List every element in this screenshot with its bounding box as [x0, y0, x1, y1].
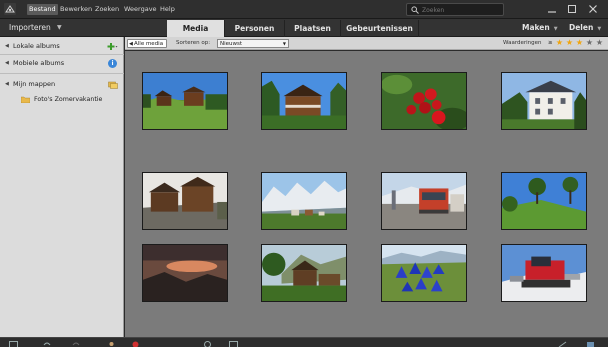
local-albums-header[interactable]: ◀ Lokale albums	[0, 39, 124, 53]
tab-places[interactable]: Plaatsen	[285, 20, 341, 37]
rating-star-icon[interactable]: ★	[585, 38, 594, 48]
all-media-label: Alle media	[134, 41, 164, 47]
organize-icon[interactable]	[586, 341, 595, 347]
thumbnail-sunset-mountains[interactable]	[142, 244, 228, 302]
chevron-down-icon[interactable]: ▼	[57, 22, 62, 34]
divider	[0, 73, 124, 74]
thumbnail-wooden-chalet[interactable]	[261, 72, 347, 130]
thumbnail-alpine-chalets[interactable]	[142, 72, 228, 130]
tab-persons[interactable]: Personen	[225, 20, 285, 37]
menu-bar: Bestand Bewerken Zoeken Weergave Help	[0, 0, 608, 19]
tab-events[interactable]: Gebeurtenissen	[341, 20, 419, 37]
expand-arrow-icon[interactable]: ◀	[5, 39, 9, 53]
sort-label: Sorteren op:	[176, 40, 211, 46]
panel-toggle-icon[interactable]	[9, 341, 18, 347]
expand-arrow-icon[interactable]: ◀	[5, 77, 9, 91]
rating-star-icon[interactable]: ★	[595, 38, 604, 48]
ratings-label: Waarderingen	[503, 40, 542, 46]
main-toolbar: Importeren ▼ Media Personen Plaatsen Geb…	[0, 19, 608, 37]
thumbnail-trees-hill[interactable]	[501, 172, 587, 230]
delete-icon[interactable]	[131, 341, 140, 347]
thumbnail-snowy-village[interactable]	[261, 172, 347, 230]
thumbnail-snow-groomer[interactable]	[501, 244, 587, 302]
add-album-icon[interactable]	[107, 42, 118, 51]
info-icon[interactable]: i	[108, 59, 117, 68]
menu-view[interactable]: Weergave	[122, 4, 159, 15]
thumbnail-chalets-hillside[interactable]	[142, 172, 228, 230]
mobile-albums-header[interactable]: ◀ Mobiele albums i	[0, 56, 124, 70]
chevron-down-icon: ▼	[553, 26, 558, 32]
view-tabs: Media Personen Plaatsen Gebeurtenissen	[167, 20, 419, 37]
close-icon[interactable]	[588, 4, 598, 14]
app-logo-icon[interactable]	[4, 3, 16, 15]
sort-value: Nieuwst	[220, 41, 243, 47]
ratings-operator[interactable]: ≥	[548, 39, 553, 48]
redo-icon[interactable]	[72, 341, 81, 347]
share-label: Delen	[569, 23, 594, 32]
thumbnail-red-cherries[interactable]	[381, 72, 467, 130]
local-albums-label: Lokale albums	[13, 42, 60, 50]
sort-dropdown[interactable]: Nieuwst ▼	[217, 39, 289, 48]
tab-media[interactable]: Media	[167, 20, 225, 37]
edit-icon[interactable]	[558, 341, 567, 347]
undo-icon[interactable]	[42, 341, 51, 347]
menu-edit[interactable]: Bewerken	[58, 4, 94, 15]
back-arrow-icon: ◀	[129, 41, 133, 47]
info-icon[interactable]	[203, 341, 212, 347]
menu-help[interactable]: Help	[158, 4, 177, 15]
thumbnail-blue-gentian[interactable]	[381, 244, 467, 302]
search-input[interactable]	[422, 5, 502, 15]
menu-find[interactable]: Zoeken	[93, 4, 121, 15]
menu-file[interactable]: Bestand	[27, 4, 58, 15]
folder-view-icon[interactable]	[108, 80, 118, 89]
rating-star-icon[interactable]: ★	[575, 38, 584, 48]
maximize-icon[interactable]	[567, 4, 577, 14]
mobile-albums-label: Mobiele albums	[13, 59, 65, 67]
create-label: Maken	[522, 23, 550, 32]
chevron-down-icon: ▼	[597, 26, 602, 32]
search-icon	[411, 6, 419, 14]
left-panel: ◀ Lokale albums ◀ Mobiele albums i ◀ Mij…	[0, 37, 124, 337]
search-box[interactable]	[406, 3, 504, 16]
grid-header: ◀ Alle media Sorteren op: Nieuwst ▼ Waard…	[125, 37, 608, 50]
rating-filter: ★ ★ ★ ★ ★	[555, 38, 604, 48]
thumbnail-mountain-train[interactable]	[381, 172, 467, 230]
bottom-bar	[0, 337, 608, 347]
thumbnail-white-villa[interactable]	[501, 72, 587, 130]
my-folders-label: Mijn mappen	[13, 80, 56, 88]
import-button[interactable]: Importeren	[9, 22, 51, 34]
rating-star-icon[interactable]: ★	[555, 38, 564, 48]
divider	[0, 54, 124, 55]
all-media-button[interactable]: ◀ Alle media	[127, 39, 168, 48]
my-folders-header[interactable]: ◀ Mijn mappen	[0, 77, 124, 91]
folder-icon	[21, 96, 30, 103]
photo-grid	[125, 51, 608, 337]
expand-arrow-icon[interactable]: ◀	[5, 56, 9, 70]
thumbnail-chalet-forest[interactable]	[261, 244, 347, 302]
minimize-icon[interactable]	[547, 4, 557, 14]
person-icon[interactable]	[107, 341, 116, 347]
share-button[interactable]: Delen ▼	[569, 22, 601, 34]
folder-label: Foto's Zomervakantie	[34, 96, 103, 103]
folder-item[interactable]: Foto's Zomervakantie	[0, 94, 124, 106]
chevron-down-icon: ▼	[282, 41, 286, 46]
rating-star-icon[interactable]: ★	[565, 38, 574, 48]
create-button[interactable]: Maken ▼	[522, 22, 558, 34]
slideshow-icon[interactable]	[229, 341, 238, 347]
